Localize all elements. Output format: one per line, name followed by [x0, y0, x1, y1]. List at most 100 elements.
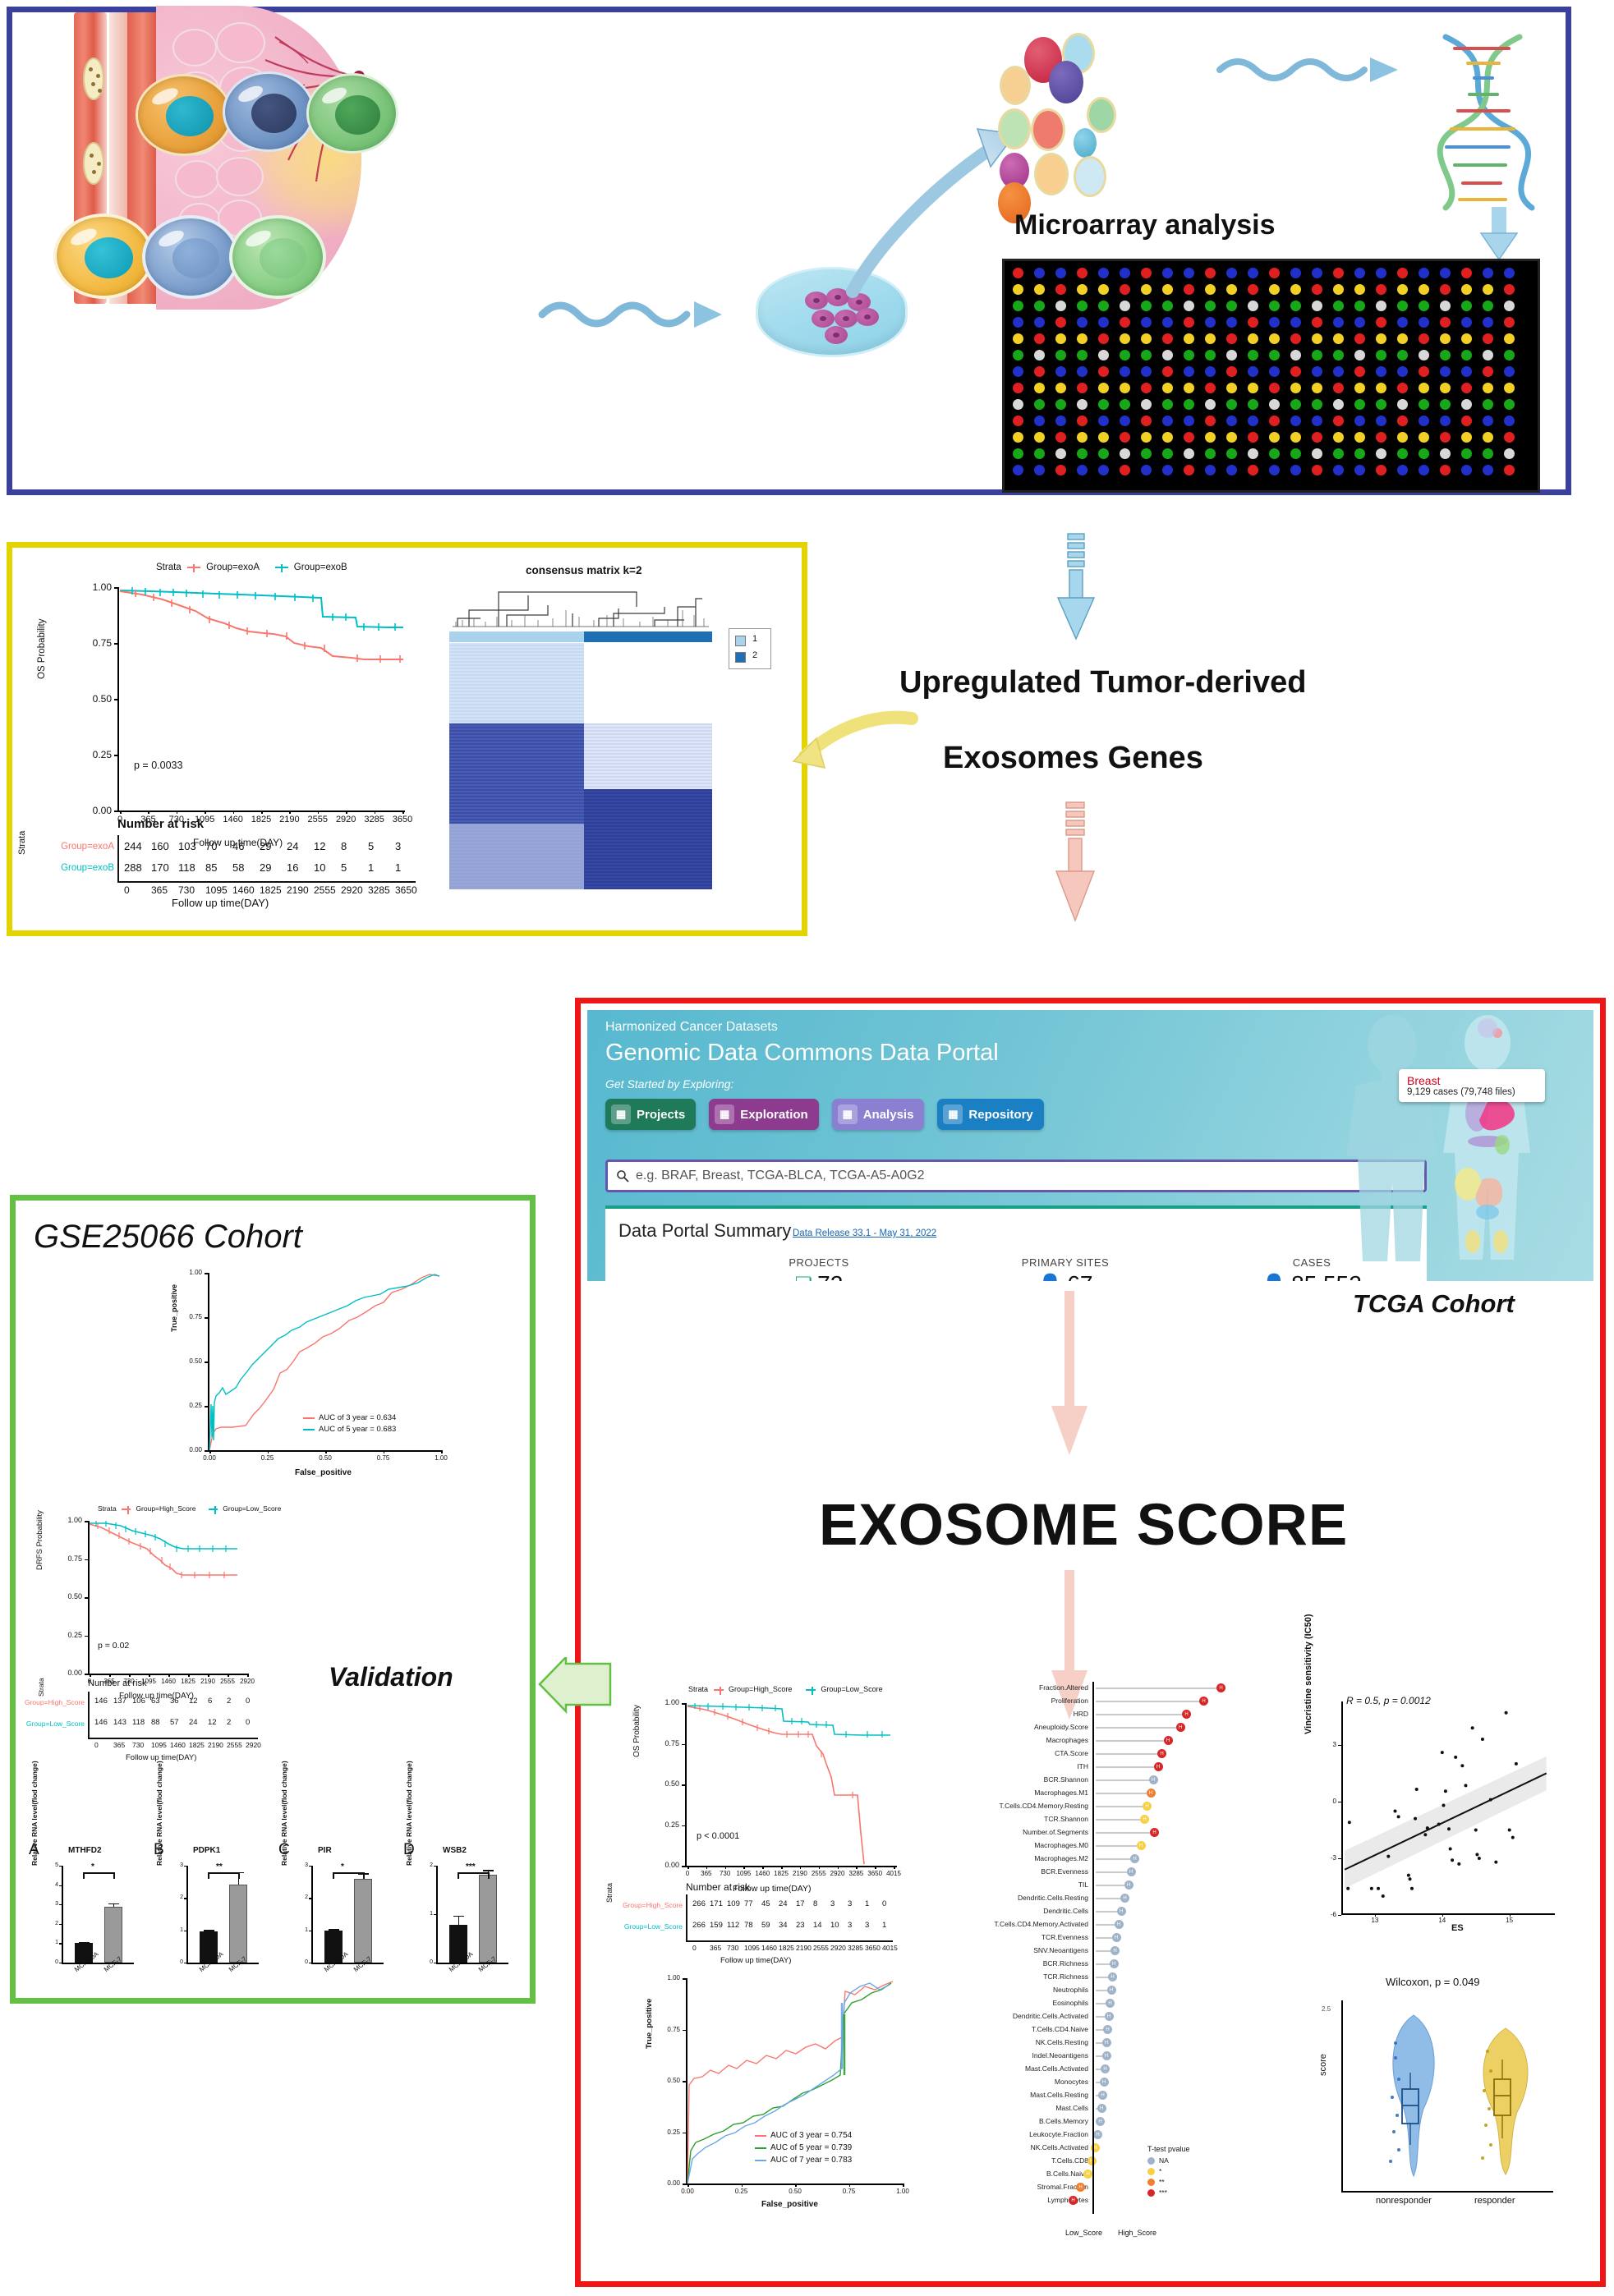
microarray-spot	[1290, 317, 1301, 328]
microarray-spot	[1077, 399, 1087, 410]
microarray-spot	[1354, 284, 1365, 295]
immune-dot: H	[1109, 1959, 1119, 1968]
microarray-spot	[1290, 284, 1301, 295]
risk-axis-tick: 0	[94, 1741, 99, 1749]
microarray-spot	[1269, 301, 1280, 311]
risk-axis-tick: 365	[113, 1741, 126, 1749]
microarray-spot	[1013, 432, 1023, 443]
gdc-button-analysis[interactable]: ▦ Analysis	[831, 1099, 925, 1130]
risk-cell: 8	[813, 1899, 818, 1908]
microarray-spot	[1269, 268, 1280, 278]
tick-label: 0.50	[92, 692, 112, 705]
immune-row-label: B.Cells.Memory	[1039, 2117, 1088, 2125]
microarray-spot	[1290, 465, 1301, 475]
lolli-legend-item: **	[1147, 2178, 1169, 2186]
microarray-spot	[1419, 366, 1429, 377]
microarray-spot	[1397, 284, 1408, 295]
gdc-button-projects[interactable]: ▦ Projects	[605, 1099, 697, 1130]
qpcr-significance: *	[91, 1862, 94, 1871]
immune-row-label: Macrophages	[1046, 1736, 1088, 1744]
lolli-legend-label: **	[1159, 2178, 1165, 2186]
microarray-spot	[1034, 350, 1045, 360]
person-icon: 👤	[1037, 1273, 1062, 1282]
immune-dot: H	[1146, 1789, 1156, 1798]
risk-axis-tick: 2920	[830, 1944, 846, 1952]
arrow-down-pink-score	[1051, 1291, 1087, 1455]
microarray-spot	[1248, 399, 1258, 410]
wavy-arrow-right	[538, 301, 722, 328]
microarray-spot	[1184, 383, 1194, 393]
microarray-spot	[1483, 399, 1493, 410]
microarray-spot	[1205, 465, 1216, 475]
qpcr-errorcap	[329, 1929, 339, 1931]
gdc-search-input[interactable]: e.g. BRAF, Breast, TCGA-BLCA, TCGA-A5-A0…	[636, 1169, 925, 1183]
gdc-button-exploration[interactable]: ▦ Exploration	[709, 1099, 819, 1130]
gdc-release-link[interactable]: Data Release 33.1 - May 31, 2022	[793, 1228, 936, 1238]
microarray-spot	[1162, 465, 1173, 475]
microarray-spot	[1483, 301, 1493, 311]
immune-dot: H	[1087, 2156, 1097, 2165]
immune-row-label: T.Cells.CD8	[1051, 2156, 1088, 2165]
qpcr-errorcap	[79, 1941, 90, 1944]
microarray-spot	[1354, 448, 1365, 459]
immune-row-label: Eosinophils	[1052, 1999, 1088, 2007]
consensus-legend-2: 2	[752, 650, 758, 660]
lolli-legend-item: NA	[1147, 2156, 1169, 2165]
scatter-y-label: Vincristine sensitivity (IC50)	[1304, 1614, 1313, 1734]
immune-dot: H	[1099, 2078, 1109, 2087]
risk-cell: 118	[132, 1718, 145, 1727]
gdc-summary-title: Data Portal Summary	[618, 1220, 792, 1241]
microarray-spot	[1504, 333, 1515, 344]
qpcr-y-axis	[436, 1866, 438, 1963]
consensus-heatmap-body	[449, 643, 712, 889]
risk-axis-tick: 1460	[761, 1944, 777, 1952]
microarray-spot	[1226, 399, 1237, 410]
roc2-legend: AUC of 3 year = 0.754 AUC of 5 year = 0.7…	[755, 2129, 852, 2166]
microarray-spot	[1055, 366, 1066, 377]
km1-y-label: OS Probability	[37, 618, 47, 679]
gdc-button-row: ▦ Projects ▦ Exploration ▦ Analysis ▦ Repositor…	[605, 1099, 1044, 1130]
scatter-point	[1369, 1886, 1373, 1890]
qpcr-errorcap	[483, 1870, 494, 1871]
microarray-spot	[1483, 317, 1493, 328]
microarray-spot	[1290, 268, 1301, 278]
risk-cell: 85	[205, 861, 218, 874]
gdc-search-bar[interactable]: e.g. BRAF, Breast, TCGA-BLCA, TCGA-A5-A0…	[605, 1159, 1427, 1192]
risk-row-label: Group=exoA	[61, 842, 114, 852]
immune-row-label: TCR.Evenness	[1041, 1933, 1088, 1941]
microarray-spot	[1440, 350, 1451, 360]
risk-cell: 3	[848, 1921, 853, 1930]
microarray-spot	[1055, 350, 1066, 360]
immune-stem	[1096, 1766, 1154, 1768]
microarray-spot	[1098, 284, 1109, 295]
immune-row-label: Dendritic.Cells	[1043, 1907, 1088, 1915]
risk-axis-tick: 2920	[341, 884, 363, 896]
risk-cell: 244	[124, 840, 142, 852]
roc-legend-swatch	[755, 2134, 766, 2137]
gdc-button-repository[interactable]: ▦ Repository	[937, 1099, 1044, 1130]
qpcr-y-label: Relative RNA level(flod change)	[280, 1761, 288, 1866]
risk-cell: 70	[205, 840, 218, 852]
scatter-point	[1480, 1738, 1484, 1742]
microarray-spot	[1440, 432, 1451, 443]
microarray-spot	[1141, 317, 1152, 328]
immune-lollipop-plot: Fraction.Altered H Proliferation H HRD H Aneup…	[942, 1677, 1262, 2252]
microarray-spot	[1333, 432, 1344, 443]
microarray-spot	[1483, 448, 1493, 459]
risk-axis-tick: 1825	[779, 1944, 794, 1952]
panel-workflow-top: Microarray analysis	[7, 6, 1571, 495]
qpcr-y-tick: 2	[55, 1920, 58, 1926]
tick-label: 3	[1332, 1740, 1336, 1748]
risk-axis-tick: 2555	[813, 1944, 829, 1952]
microarray-spot	[1120, 317, 1130, 328]
microarray-spot	[1184, 284, 1194, 295]
qpcr-y-tick: 3	[180, 1862, 183, 1868]
microarray-spot	[1013, 465, 1023, 475]
qpcr-sig-bar	[458, 1872, 489, 1874]
tick-label: 0.50	[189, 1357, 202, 1365]
microarray-spot	[1461, 399, 1472, 410]
lolli-legend-label: ***	[1159, 2188, 1167, 2197]
qpcr-significance: ***	[466, 1862, 476, 1871]
microarray-spot	[1141, 366, 1152, 377]
microarray-spot	[1461, 301, 1472, 311]
